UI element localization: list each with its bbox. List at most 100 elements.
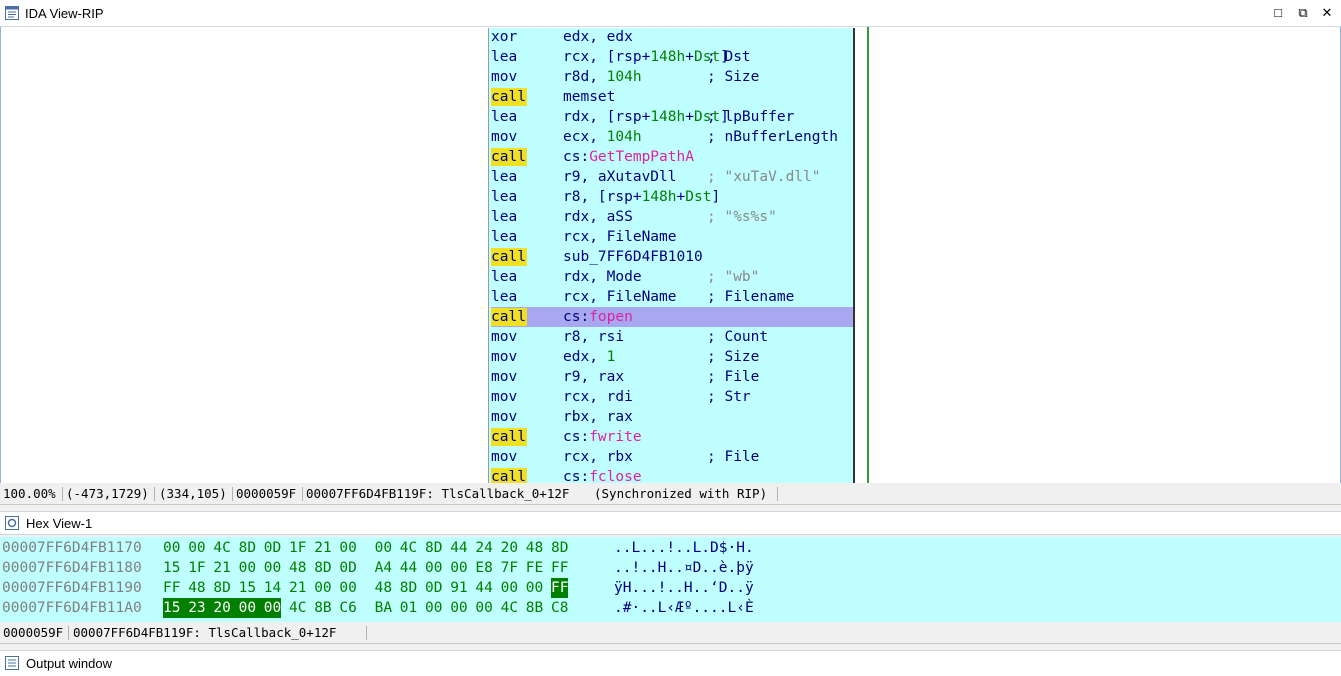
mnemonic[interactable]: mov xyxy=(491,408,521,426)
hex-byte[interactable]: 21 xyxy=(213,558,230,578)
hex-byte[interactable]: 00 xyxy=(450,598,467,618)
hex-byte[interactable]: 8B xyxy=(526,598,543,618)
hex-ascii[interactable]: ..L...!..L.D$·H. xyxy=(614,538,754,558)
hex-byte[interactable]: 0D xyxy=(425,578,442,598)
code-line[interactable]: lea rdx, [rsp+148h+Dst]; lpBuffer xyxy=(491,107,853,127)
mnemonic[interactable]: call xyxy=(491,248,527,266)
hex-row[interactable]: 00007FF6D4FB1180 15 1F 21 00 00 48 8D 0D A4 44 00 00… xyxy=(0,558,1341,578)
hex-byte[interactable]: 01 xyxy=(400,598,417,618)
mnemonic[interactable]: lea xyxy=(491,48,521,66)
operands[interactable]: rdx, aSS xyxy=(563,207,633,227)
hex-byte[interactable]: 00 xyxy=(425,558,442,578)
hex-byte[interactable]: 8D xyxy=(239,538,256,558)
mnemonic[interactable]: lea xyxy=(491,228,521,246)
mnemonic[interactable]: mov xyxy=(491,368,521,386)
hex-byte[interactable]: 4C xyxy=(501,598,518,618)
hex-byte[interactable]: 44 xyxy=(400,558,417,578)
code-line[interactable]: call cs:fopen xyxy=(491,307,853,327)
hex-ascii[interactable]: ..!..H..¤D..è.þÿ xyxy=(614,558,754,578)
hex-byte[interactable]: FF xyxy=(551,558,568,578)
hex-byte[interactable]: 0D xyxy=(339,558,356,578)
hex-byte[interactable]: 00 xyxy=(163,538,180,558)
code-line[interactable]: mov r8d, 104h ; Size xyxy=(491,67,853,87)
operands[interactable]: rcx, FileName xyxy=(563,287,677,307)
mnemonic[interactable]: call xyxy=(491,428,527,446)
minimize-icon[interactable]: □ xyxy=(1269,4,1287,22)
hex-byte[interactable]: 00 xyxy=(263,598,282,618)
hex-byte[interactable]: 00 xyxy=(264,558,281,578)
code-line[interactable]: lea r9, aXutavDll ; "xuTaV.dll" xyxy=(491,167,853,187)
hex-byte[interactable]: 48 xyxy=(188,578,205,598)
mnemonic[interactable]: call xyxy=(491,308,527,326)
code-line[interactable]: mov rcx, rdi ; Str xyxy=(491,387,853,407)
close-icon[interactable]: ✕ xyxy=(1318,4,1336,22)
operands[interactable]: rcx, [rsp+148h+Dst] xyxy=(563,47,729,67)
code-line[interactable]: lea rcx, FileName xyxy=(491,227,853,247)
hex-byte[interactable]: 21 xyxy=(289,578,306,598)
operands[interactable]: cs:fclose xyxy=(563,467,642,483)
operands[interactable]: memset xyxy=(563,87,615,107)
operands[interactable]: rdx, Mode xyxy=(563,267,642,287)
hex-byte[interactable]: 15 xyxy=(239,578,256,598)
hex-byte[interactable]: 8D xyxy=(314,558,331,578)
operands[interactable]: cs:GetTempPathA xyxy=(563,147,694,167)
code-line[interactable]: lea rcx, [rsp+148h+Dst]; Dst xyxy=(491,47,853,67)
hex-byte[interactable]: 00 xyxy=(475,598,492,618)
hex-byte[interactable]: 23 xyxy=(188,598,215,618)
hex-ascii[interactable]: ÿH...!..H..‘D..ÿ xyxy=(614,578,754,598)
code-line[interactable]: mov rbx, rax xyxy=(491,407,853,427)
operands[interactable]: edx, 1 xyxy=(563,347,615,367)
hex-byte[interactable]: 44 xyxy=(450,538,467,558)
operands[interactable]: r8d, 104h xyxy=(563,67,642,87)
hex-byte[interactable]: 00 xyxy=(375,538,392,558)
operands[interactable]: ecx, 104h xyxy=(563,127,642,147)
hex-byte[interactable]: 00 xyxy=(339,538,356,558)
hex-byte[interactable]: 8D xyxy=(213,578,230,598)
hex-byte[interactable]: 00 xyxy=(450,558,467,578)
hex-byte[interactable]: 1F xyxy=(188,558,205,578)
hex-byte[interactable]: 8D xyxy=(425,538,442,558)
hex-byte[interactable]: A4 xyxy=(375,558,392,578)
hex-byte[interactable]: 48 xyxy=(289,558,306,578)
operands[interactable]: rcx, rdi xyxy=(563,387,633,407)
mnemonic[interactable]: lea xyxy=(491,268,521,286)
code-line[interactable]: call sub_7FF6D4FB1010 xyxy=(491,247,853,267)
operands[interactable]: r8, [rsp+148h+Dst] xyxy=(563,187,720,207)
hex-row[interactable]: 00007FF6D4FB1170 00 00 4C 8D 0D 1F 21 00 00 4C 8D 44… xyxy=(0,538,1341,558)
mnemonic[interactable]: mov xyxy=(491,348,521,366)
mnemonic[interactable]: mov xyxy=(491,68,521,86)
mnemonic[interactable]: mov xyxy=(491,448,521,466)
code-line[interactable]: lea rdx, aSS ; "%s%s" xyxy=(491,207,853,227)
hex-byte[interactable]: 0D xyxy=(264,538,281,558)
hex-ascii[interactable]: .#·..L‹Æº....L‹È xyxy=(614,598,754,618)
hex-byte[interactable]: 4C xyxy=(289,598,306,618)
hex-byte[interactable]: 91 xyxy=(450,578,467,598)
hex-byte[interactable]: 4C xyxy=(213,538,230,558)
code-block[interactable]: xor edx, edx lea rcx, [rsp+148h+Dst]; Dst mo… xyxy=(488,28,855,483)
hex-byte[interactable]: 24 xyxy=(475,538,492,558)
graph-view[interactable]: xor edx, edx lea rcx, [rsp+148h+Dst]; Dst mo… xyxy=(0,27,1341,483)
mnemonic[interactable]: lea xyxy=(491,168,521,186)
mnemonic[interactable]: mov xyxy=(491,328,521,346)
hex-byte[interactable]: 1F xyxy=(289,538,306,558)
code-line[interactable]: mov r8, rsi ; Count xyxy=(491,327,853,347)
code-line[interactable]: call cs:GetTempPathA xyxy=(491,147,853,167)
hex-byte[interactable]: 00 xyxy=(188,538,205,558)
code-line[interactable]: lea r8, [rsp+148h+Dst] xyxy=(491,187,853,207)
hex-byte[interactable]: 00 xyxy=(425,598,442,618)
ida-view-titlebar[interactable]: IDA View-RIP □ ⧉ ✕ xyxy=(0,0,1341,27)
operands[interactable]: rcx, FileName xyxy=(563,227,677,247)
code-line[interactable]: call cs:fclose xyxy=(491,467,853,483)
operands[interactable]: r9, aXutavDll xyxy=(563,167,677,187)
code-line[interactable]: lea rcx, FileName ; Filename xyxy=(491,287,853,307)
mnemonic[interactable]: lea xyxy=(491,188,521,206)
hex-byte[interactable]: BA xyxy=(375,598,392,618)
hex-byte[interactable]: FF xyxy=(551,578,569,598)
hex-byte[interactable]: 00 xyxy=(501,578,518,598)
hex-byte[interactable]: C8 xyxy=(551,598,568,618)
operands[interactable]: rbx, rax xyxy=(563,407,633,427)
code-line[interactable]: call cs:fwrite xyxy=(491,427,853,447)
code-line[interactable]: xor edx, edx xyxy=(491,27,853,47)
hex-byte[interactable]: C6 xyxy=(339,598,356,618)
hex-byte[interactable]: 48 xyxy=(526,538,543,558)
